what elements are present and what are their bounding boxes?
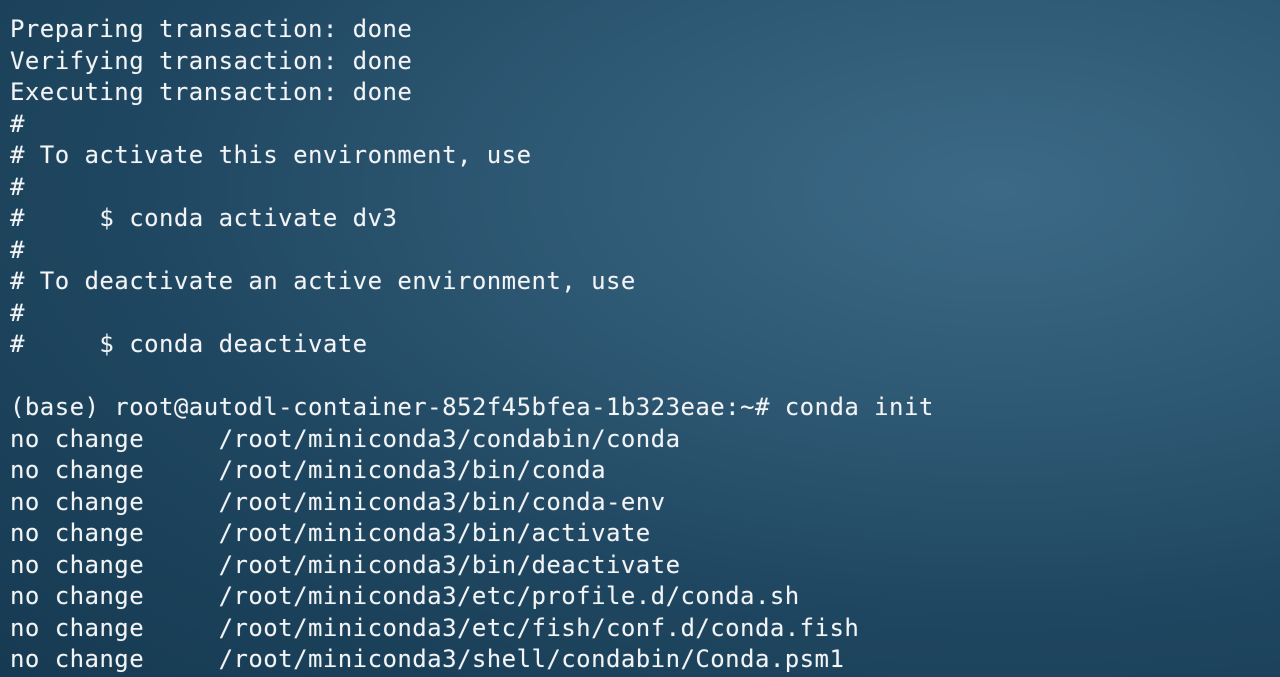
terminal-line: # (10, 172, 25, 201)
terminal-line: # $ conda deactivate (10, 330, 368, 358)
terminal-line: no change /root/miniconda3/bin/conda-env (10, 487, 666, 516)
terminal-line: no change /root/miniconda3/bin/conda (10, 456, 606, 484)
terminal-prompt-line: (base) root@autodl-container-852f45bfea-… (10, 393, 934, 421)
terminal-line: no change /root/miniconda3/condabin/cond… (10, 424, 681, 453)
terminal-line: # (10, 298, 25, 327)
terminal-output[interactable]: Preparing transaction: done Verifying tr… (0, 0, 1280, 677)
terminal-line: # (10, 109, 25, 138)
terminal-line: no change /root/miniconda3/bin/deactivat… (10, 550, 681, 579)
terminal-line: Executing transaction: done (10, 78, 413, 106)
terminal-line: no change /root/miniconda3/etc/fish/conf… (10, 613, 860, 642)
terminal-line: # To deactivate an active environment, u… (10, 267, 636, 295)
terminal-line: # To activate this environment, use (10, 141, 532, 169)
terminal-line: Verifying transaction: done (10, 46, 413, 75)
terminal-line: no change /root/miniconda3/etc/profile.d… (10, 582, 800, 610)
terminal-line: Preparing transaction: done (10, 15, 413, 43)
terminal-line: no change /root/miniconda3/bin/activate (10, 519, 651, 547)
terminal-line: # $ conda activate dv3 (10, 204, 398, 232)
terminal-line: no change /root/miniconda3/shell/condabi… (10, 645, 845, 673)
terminal-line: # (10, 235, 25, 264)
